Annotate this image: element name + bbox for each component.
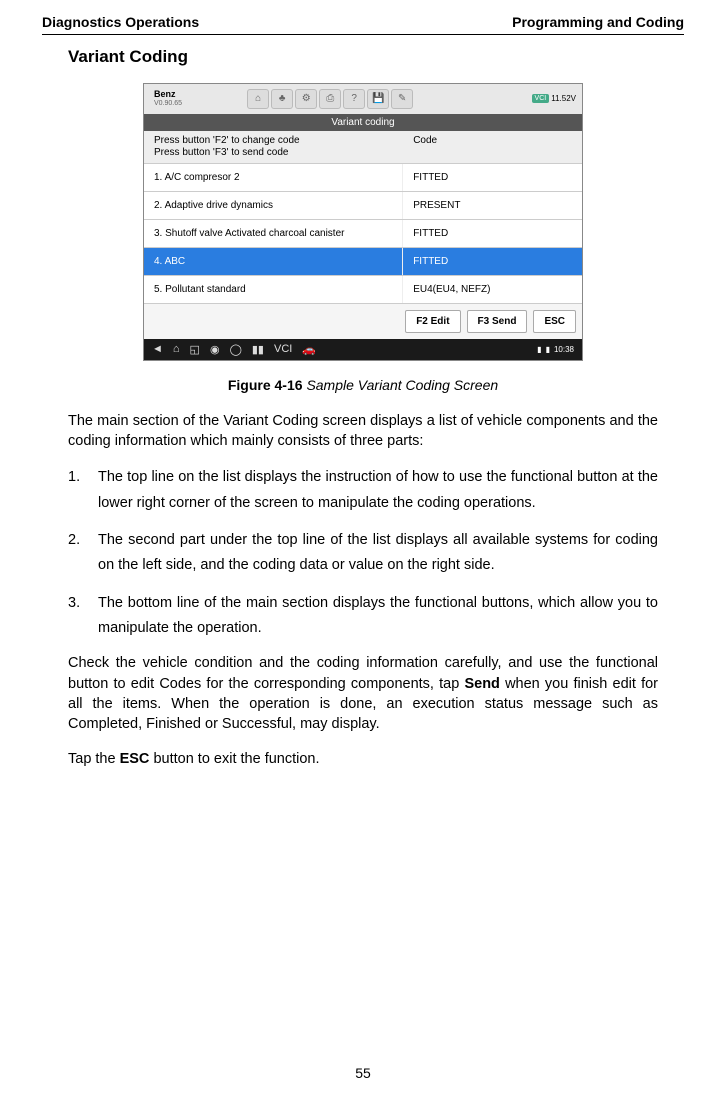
edit-icon[interactable]: ✎ xyxy=(391,89,413,109)
list-text: The bottom line of the main section disp… xyxy=(98,591,658,642)
bottom-nav: ◄ ⌂ ◱ ◉ ◯ ▮▮ VCI 🚗 ▮ ▮ 10:38 xyxy=(144,339,582,360)
figure-label: Figure 4-16 xyxy=(228,377,303,393)
page-number: 55 xyxy=(0,1065,726,1081)
brand-name: Benz xyxy=(154,90,182,100)
check-paragraph: Check the vehicle condition and the codi… xyxy=(68,653,658,734)
header-divider xyxy=(42,34,684,35)
figure-desc: Sample Variant Coding Screen xyxy=(306,377,498,393)
signal-icon: ▮ xyxy=(537,345,541,354)
list-number: 2. xyxy=(68,528,98,579)
camera-icon[interactable]: ◯ xyxy=(230,343,242,356)
row-value: FITTED xyxy=(403,220,582,247)
back-icon[interactable]: ◄ xyxy=(152,343,163,355)
instruction-line-2: Press button 'F3' to send code xyxy=(154,147,392,159)
header-right: Programming and Coding xyxy=(512,14,684,30)
list-text: The second part under the top line of th… xyxy=(98,528,658,579)
print-icon[interactable]: ⎙ xyxy=(319,89,341,109)
f3-send-button[interactable]: F3 Send xyxy=(467,310,528,333)
row-name: 4. ABC xyxy=(144,248,403,275)
row-value: FITTED xyxy=(403,164,582,191)
vci-nav-icon[interactable]: VCI xyxy=(274,343,292,355)
home-nav-icon[interactable]: ⌂ xyxy=(173,343,180,355)
vci-badge: VCI xyxy=(532,94,550,103)
help-icon[interactable]: ? xyxy=(343,89,365,109)
save-icon[interactable]: 💾 xyxy=(367,89,389,109)
row-name: 3. Shutoff valve Activated charcoal cani… xyxy=(144,220,403,247)
row-name: 1. A/C compresor 2 xyxy=(144,164,403,191)
list-number: 1. xyxy=(68,465,98,516)
instruction-row: Press button 'F2' to change code Press b… xyxy=(144,131,582,164)
screen-title-bar: Variant coding xyxy=(144,114,582,131)
esc-button[interactable]: ESC xyxy=(533,310,576,333)
brand-version: V0.90.65 xyxy=(154,100,182,108)
instruction-line-1: Press button 'F2' to change code xyxy=(154,135,392,147)
row-value: EU4(EU4, NEFZ) xyxy=(403,276,582,303)
row-value: FITTED xyxy=(403,248,582,275)
tap-text-before: Tap the xyxy=(68,751,120,767)
table-row[interactable]: 2. Adaptive drive dynamics PRESENT xyxy=(144,192,582,220)
list-text: The top line on the list displays the in… xyxy=(98,465,658,516)
tree-icon[interactable]: ♣ xyxy=(271,89,293,109)
list-number: 3. xyxy=(68,591,98,642)
list-item: 3. The bottom line of the main section d… xyxy=(68,591,658,642)
browser-icon[interactable]: ◉ xyxy=(210,343,220,356)
table-row-selected[interactable]: 4. ABC FITTED xyxy=(144,248,582,276)
button-row: F2 Edit F3 Send ESC xyxy=(144,304,582,339)
tap-paragraph: Tap the ESC button to exit the function. xyxy=(68,749,658,769)
figure-caption: Figure 4-16 Sample Variant Coding Screen xyxy=(68,377,658,393)
car-icon[interactable]: 🚗 xyxy=(302,343,316,356)
row-value: PRESENT xyxy=(403,192,582,219)
home-icon[interactable]: ⌂ xyxy=(247,89,269,109)
table-row[interactable]: 3. Shutoff valve Activated charcoal cani… xyxy=(144,220,582,248)
esc-bold: ESC xyxy=(120,751,150,767)
chart-icon[interactable]: ▮▮ xyxy=(252,343,264,356)
intro-paragraph: The main section of the Variant Coding s… xyxy=(68,411,658,452)
gear-icon[interactable]: ⚙ xyxy=(295,89,317,109)
list-item: 2. The second part under the top line of… xyxy=(68,528,658,579)
code-header: Code xyxy=(403,131,582,163)
table-row[interactable]: 5. Pollutant standard EU4(EU4, NEFZ) xyxy=(144,276,582,304)
variant-coding-screenshot: Benz V0.90.65 ⌂ ♣ ⚙ ⎙ ? 💾 ✎ VCI 11.52V V… xyxy=(143,83,583,361)
f2-edit-button[interactable]: F2 Edit xyxy=(405,310,460,333)
header-left: Diagnostics Operations xyxy=(42,14,199,30)
recent-icon[interactable]: ◱ xyxy=(190,343,200,356)
app-toolbar: Benz V0.90.65 ⌂ ♣ ⚙ ⎙ ? 💾 ✎ VCI 11.52V xyxy=(144,84,582,114)
list-item: 1. The top line on the list displays the… xyxy=(68,465,658,516)
row-name: 5. Pollutant standard xyxy=(144,276,403,303)
battery-icon: ▮ xyxy=(546,345,550,354)
clock: 10:38 xyxy=(554,345,574,354)
section-title: Variant Coding xyxy=(68,47,658,67)
tap-text-after: button to exit the function. xyxy=(149,751,319,767)
table-row[interactable]: 1. A/C compresor 2 FITTED xyxy=(144,164,582,192)
battery-voltage: 11.52V xyxy=(551,94,576,103)
send-bold: Send xyxy=(464,676,499,692)
row-name: 2. Adaptive drive dynamics xyxy=(144,192,403,219)
